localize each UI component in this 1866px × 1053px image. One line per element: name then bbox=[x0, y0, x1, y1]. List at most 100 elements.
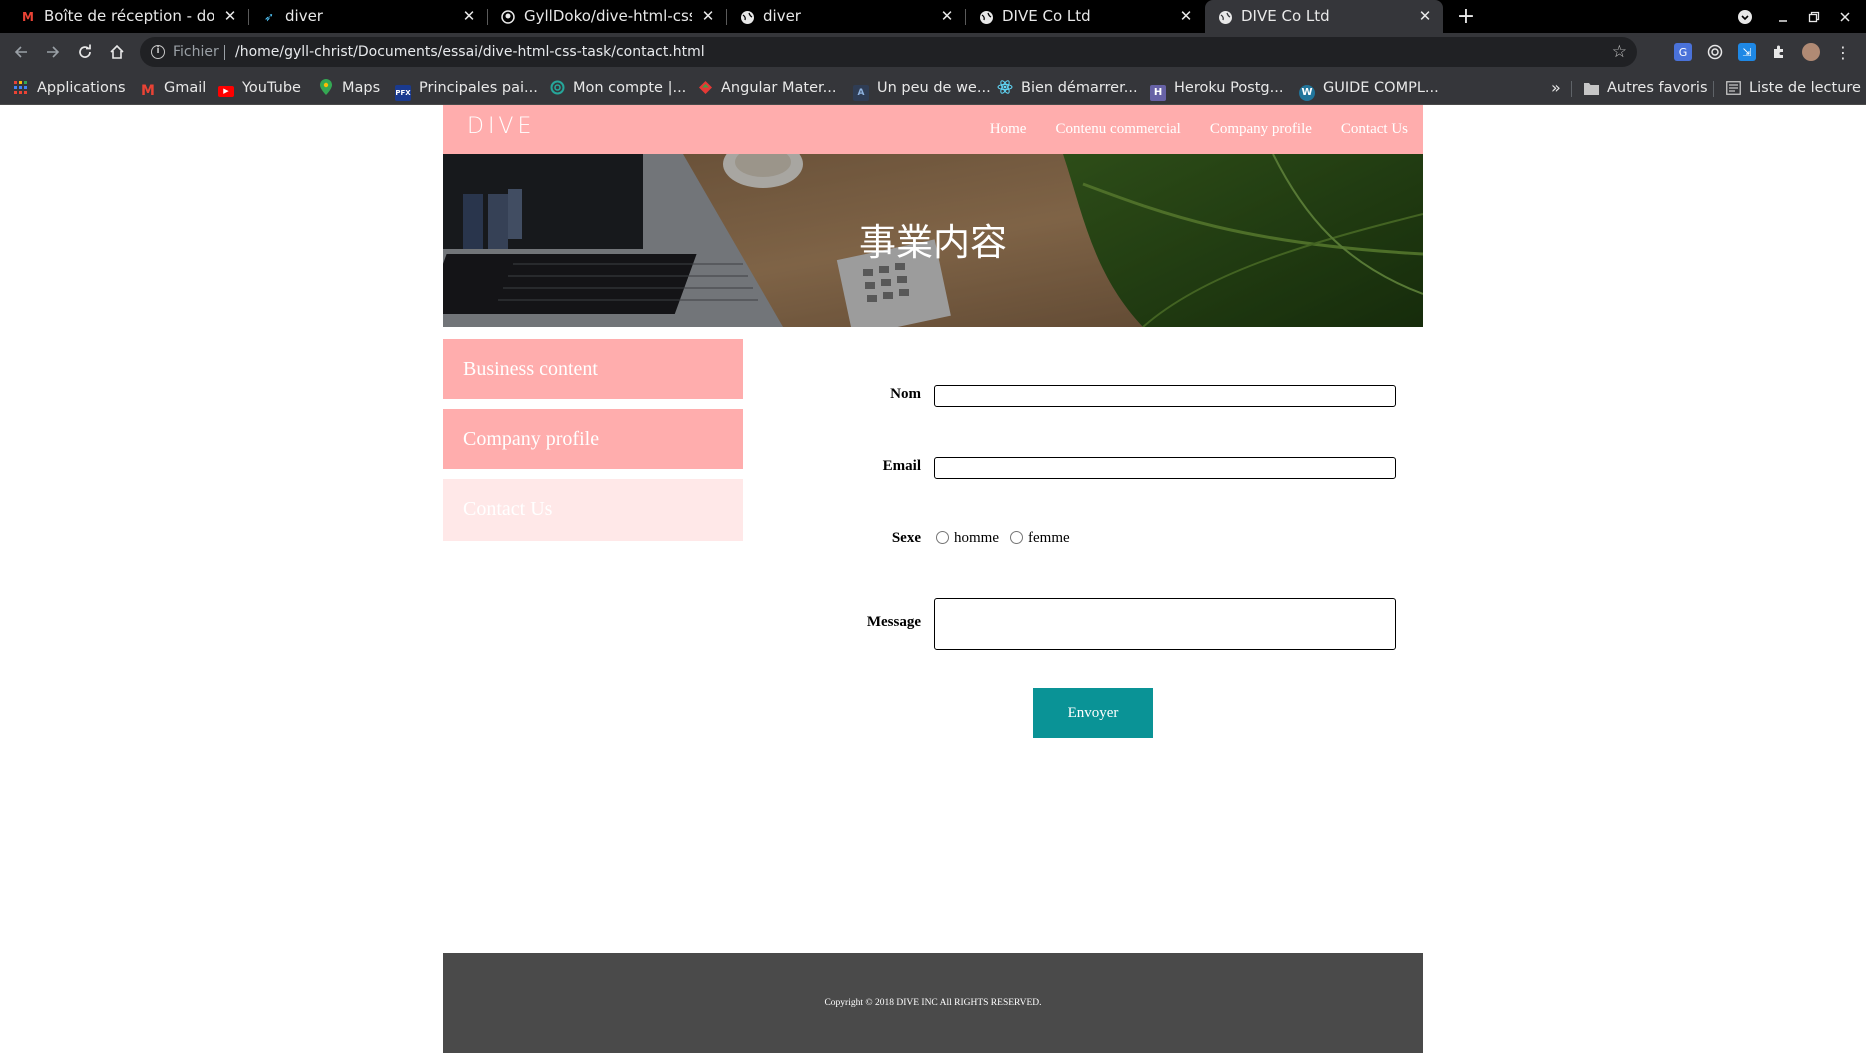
target-extension-icon[interactable] bbox=[1706, 43, 1724, 61]
forward-icon[interactable] bbox=[41, 40, 65, 64]
tutorial-icon: A bbox=[853, 85, 869, 101]
radio-femme[interactable] bbox=[1010, 531, 1023, 544]
close-icon[interactable]: ✕ bbox=[700, 0, 716, 33]
translate-extension-icon[interactable]: G bbox=[1674, 43, 1692, 61]
hero-title: 事業内容 bbox=[859, 221, 1007, 264]
tab-search-icon[interactable] bbox=[1733, 0, 1757, 33]
tab-dive-co-active[interactable]: DIVE Co Ltd ✕ bbox=[1205, 0, 1443, 33]
radio-homme[interactable] bbox=[936, 531, 949, 544]
copyright-text: Copyright © 2018 DIVE INC All RIGHTS RES… bbox=[824, 998, 1042, 1008]
nav-contenu-commercial[interactable]: Contenu commercial bbox=[1055, 121, 1180, 138]
submit-button[interactable]: Envoyer bbox=[1033, 688, 1153, 738]
pfx-icon: PFX bbox=[395, 85, 411, 101]
tab-title: GyllDoko/dive-html-css-ta bbox=[524, 7, 692, 25]
sidebar-item-business-content[interactable]: Business content bbox=[443, 339, 743, 399]
extensions-puzzle-icon[interactable] bbox=[1770, 43, 1788, 61]
tab-title: Boîte de réception - doko bbox=[44, 7, 214, 25]
folder-icon bbox=[1583, 82, 1599, 98]
bookmark-label: Principales pai... bbox=[419, 80, 538, 96]
wordpress-icon: W bbox=[1299, 85, 1315, 101]
github-icon bbox=[500, 9, 516, 25]
profile-avatar-icon[interactable] bbox=[1802, 43, 1820, 61]
screenshot-extension-icon[interactable]: ⇲ bbox=[1738, 43, 1756, 61]
reading-list-icon bbox=[1725, 81, 1741, 97]
close-icon[interactable]: ✕ bbox=[1178, 0, 1194, 33]
other-bookmarks-folder[interactable]: Autres favoris bbox=[1583, 71, 1708, 105]
restore-icon[interactable] bbox=[1802, 0, 1826, 33]
more-bookmarks-chevron-icon[interactable]: » bbox=[1551, 71, 1561, 105]
bookmark-mon-compte[interactable]: Mon compte |... bbox=[549, 71, 686, 105]
name-label: Nom bbox=[890, 386, 921, 402]
bookmark-heroku[interactable]: H Heroku Postg... bbox=[1150, 71, 1283, 105]
tab-github[interactable]: GyllDoko/dive-html-css-ta ✕ bbox=[488, 0, 726, 33]
globe-icon bbox=[1217, 9, 1233, 25]
bookmark-label: Heroku Postg... bbox=[1174, 80, 1284, 96]
bookmark-label: Angular Mater... bbox=[721, 80, 837, 96]
url-separator bbox=[224, 45, 225, 60]
sidebar-item-contact-us[interactable]: Contact Us bbox=[443, 479, 743, 541]
bookmark-angular[interactable]: Angular Mater... bbox=[697, 71, 836, 105]
gmail-icon: M bbox=[141, 83, 155, 99]
tab-diver-2[interactable]: diver ✕ bbox=[727, 0, 965, 33]
site-header: DIVE Home Contenu commercial Company pro… bbox=[443, 105, 1423, 154]
sidebar-item-company-profile[interactable]: Company profile bbox=[443, 409, 743, 469]
nav-contact-us[interactable]: Contact Us bbox=[1341, 121, 1408, 138]
site-footer: Copyright © 2018 DIVE INC All RIGHTS RES… bbox=[443, 953, 1423, 1053]
name-input[interactable] bbox=[934, 385, 1396, 407]
tab-diver[interactable]: ➶ diver ✕ bbox=[249, 0, 487, 33]
globe-icon bbox=[739, 9, 755, 25]
url-text[interactable]: /home/gyll-christ/Documents/essai/dive-h… bbox=[235, 37, 705, 67]
globe-icon bbox=[978, 9, 994, 25]
bookmark-star-icon[interactable]: ☆ bbox=[1612, 37, 1627, 67]
bookmark-guide-complet[interactable]: W GUIDE COMPL... bbox=[1299, 71, 1439, 105]
close-icon[interactable]: ✕ bbox=[939, 0, 955, 33]
back-icon[interactable] bbox=[9, 40, 33, 64]
bookmark-gmail[interactable]: M Gmail bbox=[140, 71, 206, 105]
tab-dive-co[interactable]: DIVE Co Ltd ✕ bbox=[966, 0, 1204, 33]
bookmark-maps[interactable]: Maps bbox=[318, 71, 380, 105]
bookmark-label: Gmail bbox=[164, 80, 207, 96]
info-icon[interactable]: i bbox=[151, 45, 165, 59]
minimize-icon[interactable] bbox=[1771, 0, 1795, 33]
bookmark-principales[interactable]: PFX Principales pai... bbox=[395, 71, 538, 105]
home-icon[interactable] bbox=[105, 40, 129, 64]
maps-pin-icon bbox=[318, 79, 334, 95]
close-icon[interactable]: ✕ bbox=[1417, 0, 1433, 33]
new-tab-button[interactable]: + bbox=[1454, 0, 1478, 33]
bookmark-separator bbox=[1571, 81, 1572, 97]
radio-homme-label[interactable]: homme bbox=[954, 530, 999, 547]
menu-kebab-icon[interactable]: ⋮ bbox=[1834, 43, 1852, 62]
close-window-icon[interactable] bbox=[1833, 0, 1857, 33]
address-bar[interactable]: i Fichier /home/gyll-christ/Documents/es… bbox=[140, 37, 1637, 67]
bookmark-label: YouTube bbox=[242, 80, 301, 96]
close-icon[interactable]: ✕ bbox=[222, 0, 238, 33]
hero-banner: 事業内容 bbox=[443, 154, 1423, 327]
bookmark-youtube[interactable]: ▶ YouTube bbox=[218, 71, 301, 105]
sidebar: Business content Company profile Contact… bbox=[443, 339, 743, 551]
nav-company-profile[interactable]: Company profile bbox=[1210, 121, 1312, 138]
reading-list-button[interactable]: Liste de lecture bbox=[1725, 71, 1861, 105]
bookmark-label: Autres favoris bbox=[1607, 80, 1708, 96]
tab-title: diver bbox=[763, 7, 801, 25]
heroku-icon: H bbox=[1150, 85, 1166, 101]
tab-title: DIVE Co Ltd bbox=[1002, 7, 1091, 25]
nav-home[interactable]: Home bbox=[990, 121, 1027, 138]
bookmark-label: Un peu de we... bbox=[877, 80, 991, 96]
reload-icon[interactable] bbox=[73, 40, 97, 64]
site-logo[interactable]: DIVE bbox=[467, 114, 535, 139]
bookmark-un-peu-de-web[interactable]: A Un peu de we... bbox=[853, 71, 991, 105]
email-label: Email bbox=[882, 458, 921, 474]
message-textarea[interactable] bbox=[934, 598, 1396, 650]
close-icon[interactable]: ✕ bbox=[461, 0, 477, 33]
bookmark-applications[interactable]: Applications bbox=[13, 71, 126, 105]
bookmark-label: Applications bbox=[37, 80, 126, 96]
bookmarks-bar: Applications M Gmail ▶ YouTube Maps PFX Pri… bbox=[0, 71, 1866, 105]
bookmark-bien-demarrer[interactable]: Bien démarrer... bbox=[997, 71, 1138, 105]
main-nav: Home Contenu commercial Company profile … bbox=[990, 105, 1408, 154]
bookmark-separator bbox=[1713, 81, 1714, 97]
radio-femme-label[interactable]: femme bbox=[1028, 530, 1070, 547]
email-input[interactable] bbox=[934, 457, 1396, 479]
react-icon bbox=[997, 79, 1013, 95]
apps-grid-icon bbox=[13, 81, 29, 97]
tab-gmail[interactable]: M Boîte de réception - doko ✕ bbox=[8, 0, 248, 33]
